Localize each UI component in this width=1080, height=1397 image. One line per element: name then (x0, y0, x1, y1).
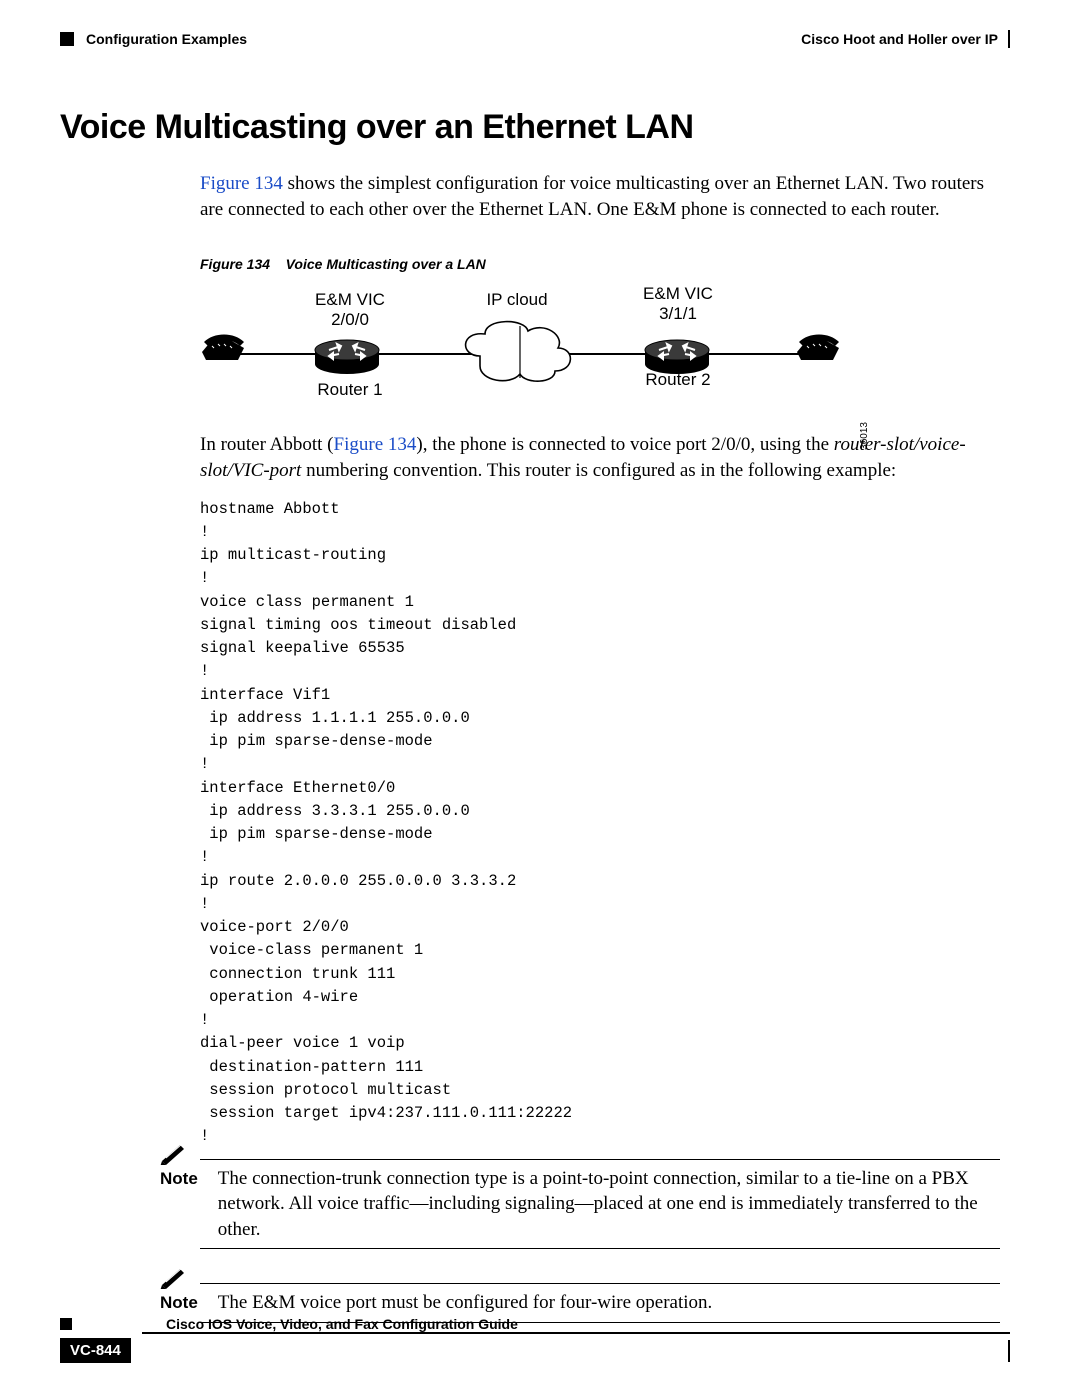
fig-label-router2: Router 2 (638, 370, 718, 390)
figure-id: 36013 (859, 422, 870, 450)
header-chapter-title: Cisco Hoot and Holler over IP (801, 31, 998, 47)
page-header: Configuration Examples Cisco Hoot and Ho… (60, 30, 1010, 48)
fig-label-router1: Router 1 (310, 380, 390, 400)
fig-label-em-right-bot: 3/1/1 (659, 304, 697, 323)
pencil-icon (160, 1265, 190, 1289)
config-code-block: hostname Abbott ! ip multicast-routing !… (200, 498, 1010, 1149)
fig-label-em-left-bot: 2/0/0 (331, 310, 369, 329)
figure-ref-link[interactable]: Figure 134 (200, 173, 283, 194)
header-section-title: Configuration Examples (86, 31, 247, 47)
para2-pre: In router Abbott ( (200, 434, 334, 455)
pencil-icon (160, 1141, 190, 1165)
config-paragraph: In router Abbott (Figure 134), the phone… (200, 432, 1000, 483)
fig-label-em-right-top: E&M VIC (643, 284, 713, 303)
note-text: The E&M voice port must be configured fo… (218, 1290, 1000, 1316)
fig-label-em-left-top: E&M VIC (315, 290, 385, 309)
intro-text: shows the simplest configuration for voi… (200, 173, 984, 220)
figure-ref-link-2[interactable]: Figure 134 (334, 434, 417, 455)
footer-guide-title: Cisco IOS Voice, Video, and Fax Configur… (166, 1316, 518, 1332)
figure-title: Voice Multicasting over a LAN (286, 256, 486, 272)
footer-bullet-icon (60, 1318, 72, 1330)
figure-number: Figure 134 (200, 256, 270, 272)
para2-mid: ), the phone is connected to voice port … (416, 434, 833, 455)
page-title: Voice Multicasting over an Ethernet LAN (60, 108, 1010, 147)
page-number: VC-844 (60, 1338, 131, 1363)
para2-post: numbering convention. This router is con… (301, 460, 896, 481)
note-block-1: Note The connection-trunk connection typ… (160, 1159, 1000, 1250)
note-label: Note (160, 1290, 198, 1316)
note-text: The connection-trunk connection type is … (218, 1166, 1000, 1243)
intro-paragraph: Figure 134 shows the simplest configurat… (200, 171, 1000, 222)
figure-caption: Figure 134 Voice Multicasting over a LAN (200, 256, 1010, 272)
page-footer: Cisco IOS Voice, Video, and Fax Configur… (60, 1316, 1010, 1363)
header-divider-icon (1008, 30, 1010, 48)
header-bullet-icon (60, 32, 74, 46)
fig-label-ipcloud: IP cloud (482, 290, 552, 310)
figure-diagram: E&M VIC 2/0/0 IP cloud E&M VIC 3/1/1 Rou… (200, 284, 860, 414)
footer-divider-icon (1008, 1340, 1010, 1362)
note-label: Note (160, 1166, 198, 1243)
